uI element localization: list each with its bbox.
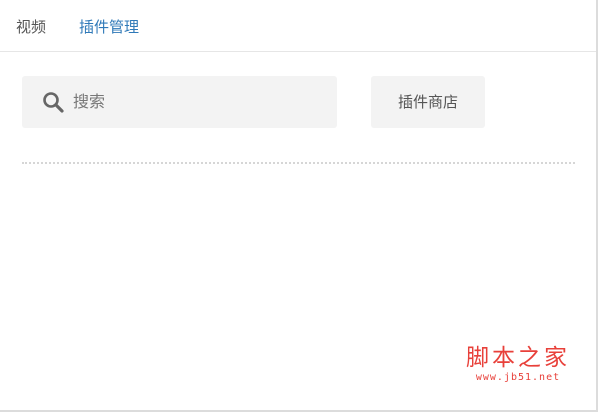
tab-plugin-management[interactable]: 插件管理 [79, 17, 139, 37]
search-placeholder: 搜索 [73, 92, 106, 111]
watermark-url: www.jb51.net [475, 372, 561, 383]
plugin-panel: 视频 插件管理 搜索 插件商店 脚本之家 www.jb51.net [0, 0, 598, 412]
watermark-logo: 脚本之家 www.jb51.net [462, 345, 574, 384]
tab-bar: 视频 插件管理 [0, 0, 596, 52]
watermark-title: 脚本之家 [466, 345, 570, 371]
plugin-store-label: 插件商店 [397, 93, 458, 111]
plugin-store-button[interactable]: 插件商店 [371, 76, 485, 128]
search-input[interactable]: 搜索 [22, 76, 337, 128]
search-icon [43, 92, 64, 113]
tab-video[interactable]: 视频 [16, 17, 46, 37]
divider [22, 162, 575, 164]
